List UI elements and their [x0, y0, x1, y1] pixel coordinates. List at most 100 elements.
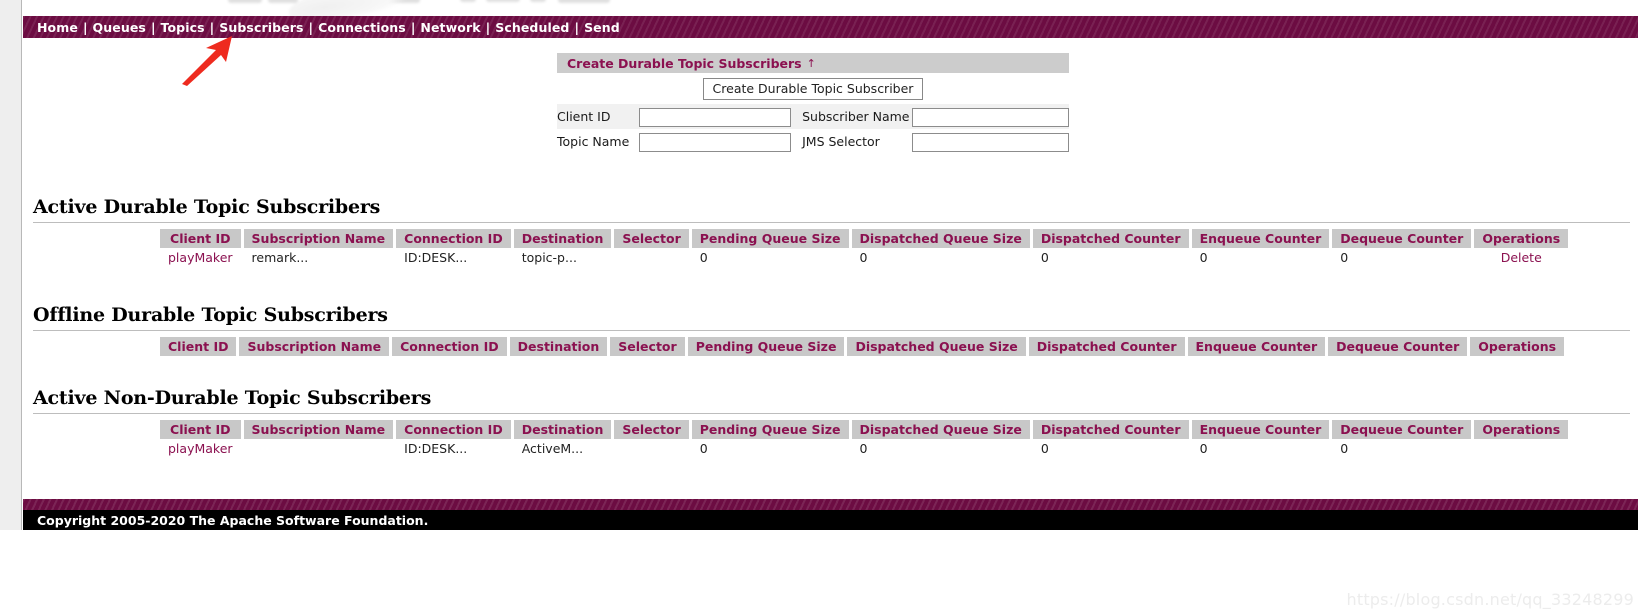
create-form-title-bar[interactable]: Create Durable Topic Subscribers ↑	[557, 53, 1069, 73]
col-dispatched-counter: Dispatched Counter	[1032, 420, 1189, 439]
collapse-arrow-icon[interactable]: ↑	[807, 57, 816, 70]
form-row-2: Topic Name JMS Selector	[557, 129, 1069, 154]
create-durable-topic-subscriber-button[interactable]: Create Durable Topic Subscriber	[702, 77, 924, 100]
active-non-durable-subscribers-table: Client ID Subscription Name Connection I…	[157, 420, 1571, 461]
subscriber-name-label: Subscriber Name	[802, 104, 912, 129]
nav-separator: |	[82, 19, 88, 35]
col-destination: Destination	[513, 229, 612, 248]
nav-item-connections[interactable]: Connections	[318, 20, 406, 35]
col-dequeue-counter: Dequeue Counter	[1332, 420, 1472, 439]
col-dispatched-queue-size: Dispatched Queue Size	[851, 420, 1030, 439]
col-subscription-name: Subscription Name	[243, 229, 394, 248]
nav-separator: |	[150, 19, 156, 35]
client-id-link[interactable]: playMaker	[168, 250, 233, 265]
cell-enqueue-counter: 0	[1199, 441, 1208, 456]
active-durable-subscribers-table: Client ID Subscription Name Connection I…	[157, 229, 1571, 270]
col-dispatched-counter: Dispatched Counter	[1028, 337, 1185, 356]
cell-client-id: playMaker	[160, 439, 241, 461]
cell-connection-id: ID:DESK...	[404, 441, 468, 456]
nav-separator: |	[574, 19, 580, 35]
col-operations: Operations	[1474, 420, 1569, 439]
col-connection-id: Connection ID	[392, 337, 507, 356]
col-enqueue-counter: Enqueue Counter	[1191, 420, 1330, 439]
nav-item-queues[interactable]: Queues	[93, 20, 146, 35]
nav-item-scheduled[interactable]: Scheduled	[495, 20, 569, 35]
logo-strip	[23, 0, 1638, 16]
table-row: playMaker remark... ID:DESK... topic-p..…	[160, 248, 1568, 270]
cell-connection-id: ID:DESK...	[404, 250, 468, 265]
section-heading: Active Durable Topic Subscribers	[33, 196, 381, 218]
col-pending-queue-size: Pending Queue Size	[691, 420, 849, 439]
cell-pending-queue-size: 0	[699, 250, 708, 265]
section-rule	[33, 330, 1630, 331]
nav-separator: |	[209, 19, 215, 35]
client-id-input[interactable]	[638, 107, 791, 127]
col-connection-id: Connection ID	[396, 229, 511, 248]
client-id-link[interactable]: playMaker	[168, 441, 233, 456]
nav-separator: |	[410, 19, 416, 35]
nav-item-topics[interactable]: Topics	[161, 20, 205, 35]
topic-name-input[interactable]	[638, 132, 791, 152]
col-client-id: Client ID	[160, 420, 241, 439]
cell-selector	[614, 248, 688, 270]
col-dispatched-counter: Dispatched Counter	[1032, 229, 1189, 248]
cell-subscription-name: remark...	[251, 250, 309, 265]
col-pending-queue-size: Pending Queue Size	[691, 229, 849, 248]
main-navigation[interactable]: Home | Queues | Topics | Subscribers | C…	[23, 16, 1638, 38]
section-offline-durable: Offline Durable Topic Subscribers Client…	[33, 304, 1633, 356]
section-heading: Offline Durable Topic Subscribers	[33, 304, 388, 326]
cell-dispatched-counter: 0	[1040, 250, 1049, 265]
col-dequeue-counter: Dequeue Counter	[1332, 229, 1472, 248]
create-button-row: Create Durable Topic Subscriber	[557, 73, 1069, 100]
create-form-fields: Client ID Subscriber Name Topic Name JMS…	[557, 104, 1069, 154]
topic-name-label: Topic Name	[557, 134, 630, 149]
nav-separator: |	[485, 19, 491, 35]
activemq-logo-ghost	[228, 0, 648, 16]
col-client-id: Client ID	[160, 229, 241, 248]
subscriber-name-input[interactable]	[912, 107, 1069, 127]
client-id-field-cell	[638, 104, 803, 129]
create-durable-subscriber-form: Create Durable Topic Subscribers ↑ Creat…	[557, 53, 1069, 154]
nav-item-network[interactable]: Network	[420, 20, 480, 35]
col-operations: Operations	[1470, 337, 1565, 356]
nav-item-subscribers[interactable]: Subscribers	[219, 20, 303, 35]
col-destination: Destination	[513, 420, 612, 439]
table-row: playMaker ID:DESK... ActiveM... 0 0 0 0 …	[160, 439, 1568, 461]
cell-selector	[614, 439, 688, 461]
col-selector: Selector	[614, 420, 689, 439]
col-pending-queue-size: Pending Queue Size	[687, 337, 845, 356]
activemq-subscribers-page: Home | Queues | Topics | Subscribers | C…	[0, 0, 1638, 611]
col-selector: Selector	[610, 337, 685, 356]
jms-selector-input[interactable]	[912, 132, 1069, 152]
footer-bar: Copyright 2005-2020 The Apache Software …	[23, 510, 1638, 530]
table-header-row: Client ID Subscription Name Connection I…	[160, 229, 1569, 248]
delete-link[interactable]: Delete	[1501, 250, 1542, 265]
section-rule	[33, 413, 1630, 414]
watermark-text: https://blog.csdn.net/qq_33248299	[1346, 590, 1634, 609]
col-subscription-name: Subscription Name	[239, 337, 390, 356]
cell-destination: ActiveM...	[521, 441, 584, 456]
cell-client-id: playMaker	[160, 248, 241, 270]
nav-item-home[interactable]: Home	[37, 20, 78, 35]
nav-item-send[interactable]: Send	[584, 20, 620, 35]
cell-enqueue-counter: 0	[1199, 250, 1208, 265]
nav-separator: |	[308, 19, 314, 35]
create-form-title: Create Durable Topic Subscribers	[567, 55, 802, 71]
copyright-text: Copyright 2005-2020 The Apache Software …	[37, 512, 429, 528]
cell-operations	[1474, 439, 1568, 461]
col-client-id: Client ID	[160, 337, 237, 356]
section-rule	[33, 222, 1630, 223]
table-header-row: Client ID Subscription Name Connection I…	[160, 337, 1565, 356]
topic-name-field-cell	[638, 129, 803, 154]
cell-dequeue-counter: 0	[1340, 250, 1349, 265]
form-row-1: Client ID Subscriber Name	[557, 104, 1069, 129]
left-gutter	[0, 0, 22, 530]
table-header-row: Client ID Subscription Name Connection I…	[160, 420, 1569, 439]
offline-durable-subscribers-table: Client ID Subscription Name Connection I…	[157, 337, 1567, 356]
cell-dispatched-queue-size: 0	[859, 441, 868, 456]
cell-dequeue-counter: 0	[1340, 441, 1349, 456]
annotation-arrow-icon	[182, 36, 232, 86]
col-enqueue-counter: Enqueue Counter	[1191, 229, 1330, 248]
footer-stripe	[23, 499, 1638, 510]
client-id-label: Client ID	[557, 104, 639, 129]
